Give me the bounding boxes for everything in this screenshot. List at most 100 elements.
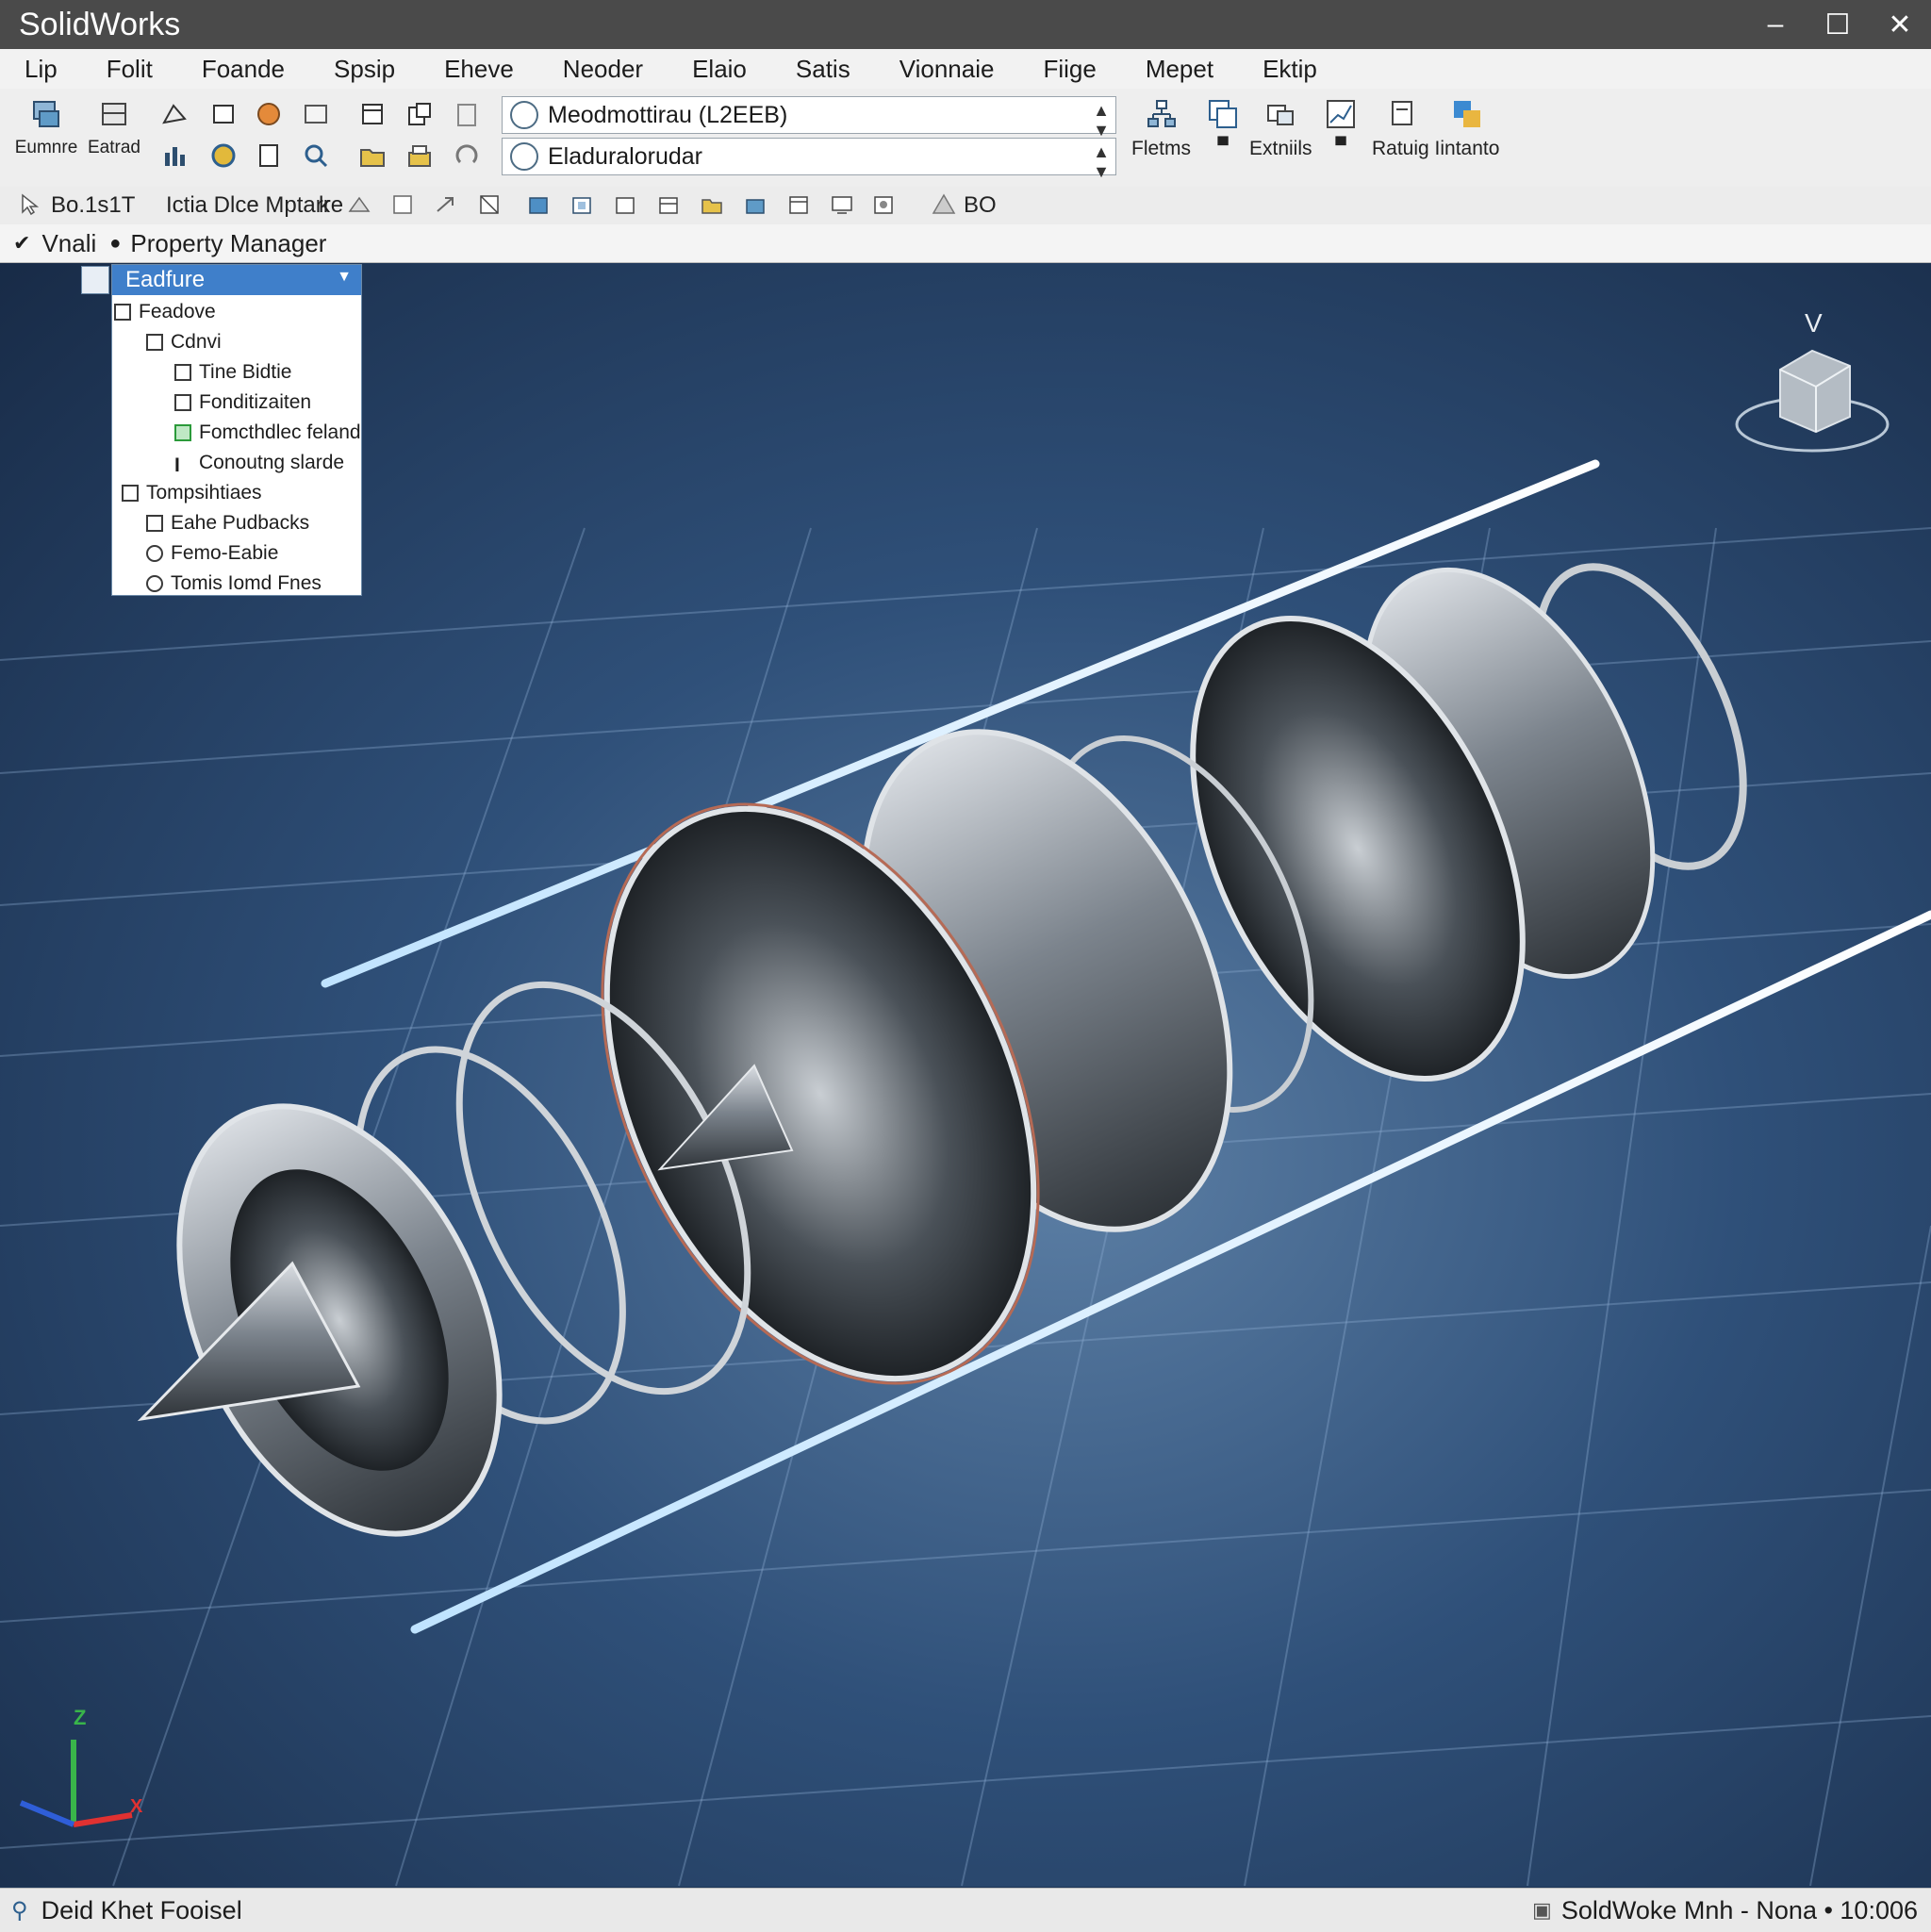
copy-icon[interactable]: [405, 100, 434, 128]
menu-item[interactable]: Elaio: [692, 55, 747, 84]
display-icon[interactable]: [656, 192, 681, 217]
configuration-combo[interactable]: Meodmottirau (L2EEB) ▲ ▼: [502, 96, 1116, 140]
shaded-icon[interactable]: [526, 192, 551, 217]
color-blocks-icon: [1453, 101, 1480, 127]
extrude-cut-button[interactable]: Eatrad: [85, 89, 143, 175]
sketch-icon[interactable]: [160, 100, 189, 128]
chevron-down-icon: ▲ ▼: [1093, 101, 1110, 140]
chart-button[interactable]: ▀: [1325, 98, 1357, 155]
feature-tree-selected[interactable]: Eadfure ▼: [112, 265, 361, 295]
rendering-button[interactable]: Ratuig Iintanto: [1372, 98, 1499, 160]
frame-icon[interactable]: [390, 192, 415, 217]
tree-item[interactable]: I Conoutng slarde: [174, 452, 344, 476]
document-icon: [146, 515, 163, 532]
menu-item[interactable]: Lip: [25, 55, 58, 84]
extrude-cut-label: Eatrad: [88, 138, 140, 157]
stack-icon[interactable]: [405, 141, 434, 170]
extents-icon: [1267, 105, 1295, 125]
scene-icon[interactable]: [743, 192, 767, 217]
configuration-value: Meodmottirau (L2EEB): [548, 101, 788, 128]
checkmark-icon[interactable]: ✔: [13, 231, 30, 256]
axis-icon: I: [174, 454, 180, 476]
menu-item[interactable]: Satis: [796, 55, 850, 84]
extrude-button[interactable]: Eumnre: [15, 89, 77, 175]
render-icon: [1391, 101, 1412, 125]
material-icon: [510, 142, 538, 171]
app-title: SolidWorks: [19, 6, 181, 42]
tree-item[interactable]: Femo-Eabie: [146, 542, 278, 565]
window-icon[interactable]: [358, 100, 387, 128]
tree-item[interactable]: Eahe Pudbacks: [146, 512, 309, 535]
chevron-down-icon[interactable]: ▼: [337, 269, 352, 286]
tree-item-label: Tine Bidtie: [199, 361, 292, 383]
drawing-icon[interactable]: [302, 100, 330, 128]
count-readout: BO: [964, 192, 997, 218]
minimize-button[interactable]: –: [1744, 0, 1807, 49]
property-manager-tab[interactable]: Property Manager: [130, 229, 326, 258]
zoom-icon[interactable]: [302, 141, 330, 170]
tree-item[interactable]: Feadove: [114, 301, 216, 323]
status-bar: ⚲ Deid Khet Fooisel ▣ SoldWoke Mnh - Non…: [0, 1888, 1931, 1932]
hidden-lines-icon[interactable]: [569, 192, 594, 217]
view-cube[interactable]: [1735, 349, 1890, 453]
view-cube-label: V: [1805, 308, 1823, 338]
menu-item[interactable]: Spsip: [334, 55, 395, 84]
screen-icon[interactable]: [830, 192, 854, 217]
menu-item[interactable]: Neoder: [563, 55, 643, 84]
mate-icon: [146, 545, 163, 562]
layers-button[interactable]: ▀: [1207, 98, 1239, 155]
globe-icon[interactable]: [209, 141, 238, 170]
folder-icon[interactable]: [358, 141, 387, 170]
chart-icon[interactable]: [160, 141, 189, 170]
section-icon[interactable]: [347, 192, 371, 217]
layers-label: ▀: [1217, 138, 1229, 154]
menu-item[interactable]: Foande: [202, 55, 285, 84]
axis-triad: [19, 1740, 133, 1827]
pointer-icon[interactable]: [17, 192, 41, 217]
tree-item[interactable]: Tine Bidtie: [174, 361, 291, 384]
menu-item[interactable]: Ektip: [1263, 55, 1317, 84]
tree-item[interactable]: Tomis Iomd Fnes: [146, 572, 322, 595]
rotate-icon[interactable]: [453, 141, 481, 170]
warning-icon[interactable]: [932, 192, 956, 217]
extents-label: Extniils: [1249, 138, 1312, 159]
calendar-icon[interactable]: [786, 192, 811, 217]
tree-item[interactable]: Fonditizaiten: [174, 391, 311, 414]
property-icon: ●: [109, 232, 122, 254]
tree-item[interactable]: Tompsihtiaes: [122, 482, 262, 504]
view-orient-icon[interactable]: [477, 192, 502, 217]
jet-engine-assembly[interactable]: [116, 525, 1786, 1585]
features-button[interactable]: Fletms: [1131, 98, 1191, 160]
menu-bar: Lip Folit Foande Spsip Eheve Neoder Elai…: [0, 49, 1931, 90]
close-button[interactable]: ✕: [1869, 0, 1931, 49]
features-label: Fletms: [1131, 138, 1191, 159]
tree-item-label: Tomis Iomd Fnes: [171, 572, 322, 594]
material-combo[interactable]: Eladuralorudar ▲ ▼: [502, 138, 1116, 181]
hierarchy-icon: [1147, 100, 1176, 127]
title-bar: SolidWorks – ☐ ✕: [0, 0, 1931, 49]
maximize-button[interactable]: ☐: [1807, 0, 1869, 49]
wireframe-icon[interactable]: [613, 192, 637, 217]
menu-item[interactable]: Fiige: [1043, 55, 1096, 84]
extents-button[interactable]: Extniils: [1249, 98, 1312, 160]
menu-item[interactable]: Eheve: [444, 55, 514, 84]
menu-item[interactable]: Folit: [107, 55, 153, 84]
collapse-icon: [146, 334, 163, 351]
sketch-icon: [174, 364, 191, 381]
box-icon[interactable]: [209, 100, 238, 128]
view-toolbar: Bo.1s1T Ictia Dlce Mptarre k BO: [0, 187, 1931, 225]
tree-item[interactable]: Fomcthdlec feland: [174, 421, 361, 444]
part-icon[interactable]: [81, 266, 109, 294]
arrow-icon[interactable]: [434, 192, 458, 217]
folder-icon: [114, 304, 131, 321]
tree-item[interactable]: Cdnvi: [146, 331, 222, 354]
appearance-icon[interactable]: [255, 100, 283, 128]
layers-icon: [1209, 100, 1237, 128]
document-icon[interactable]: [255, 141, 283, 170]
menu-item[interactable]: Vionnaie: [899, 55, 995, 84]
paste-icon[interactable]: [453, 100, 481, 128]
folder-view-icon[interactable]: [700, 192, 724, 217]
settings-icon[interactable]: [871, 192, 896, 217]
pm-prefix[interactable]: Vnali: [41, 229, 96, 258]
menu-item[interactable]: Mepet: [1146, 55, 1213, 84]
